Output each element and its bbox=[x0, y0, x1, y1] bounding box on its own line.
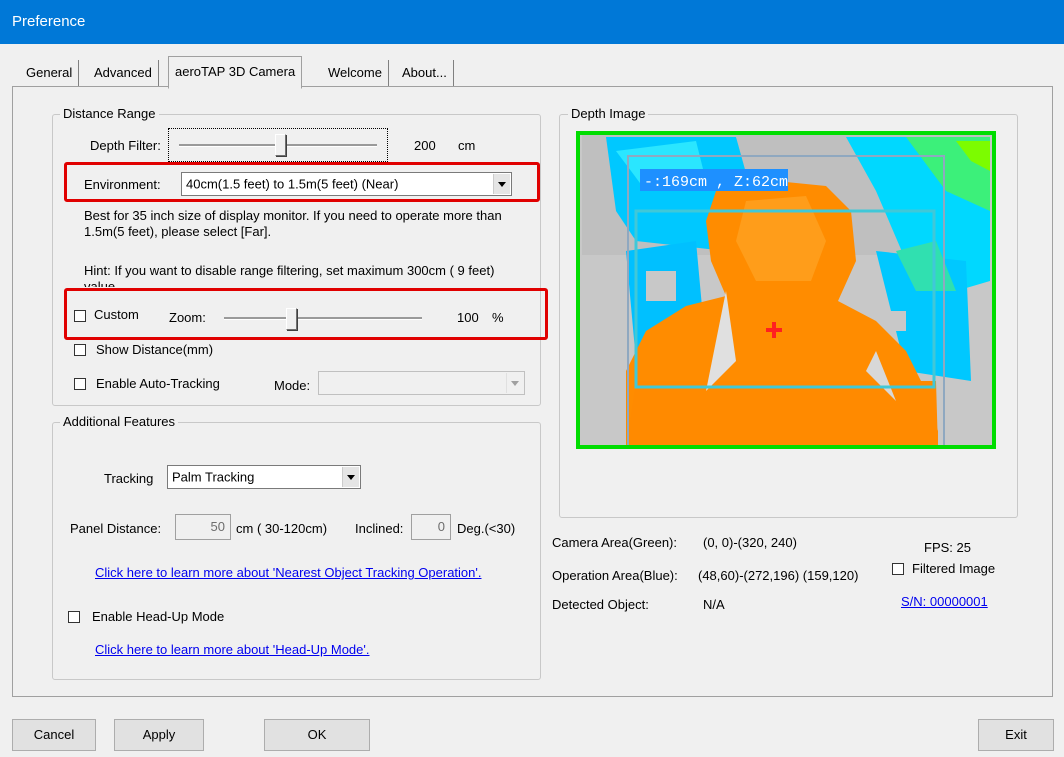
depth-image: -:169cm , Z:62cm bbox=[576, 131, 996, 449]
distance-range-title: Distance Range bbox=[60, 106, 159, 121]
tab-aerotap-3d-camera[interactable]: aeroTAP 3D Camera bbox=[168, 56, 303, 89]
tab-general[interactable]: General bbox=[20, 60, 80, 86]
depth-image-canvas: -:169cm , Z:62cm bbox=[576, 131, 996, 449]
tracking-label: Tracking bbox=[104, 471, 154, 486]
tab-welcome[interactable]: Welcome bbox=[322, 60, 389, 86]
depth-image-title: Depth Image bbox=[568, 106, 649, 121]
depth-overlay-text: -:169cm , Z:62cm bbox=[644, 174, 788, 191]
custom-zoom-highlight bbox=[64, 288, 548, 340]
depth-filter-unit: cm bbox=[458, 138, 476, 153]
filtered-image-label: Filtered Image bbox=[912, 561, 996, 576]
tracking-select[interactable]: Palm Tracking bbox=[167, 465, 361, 489]
additional-features-title: Additional Features bbox=[60, 414, 179, 429]
cancel-button[interactable]: Cancel bbox=[12, 719, 96, 751]
exit-button[interactable]: Exit bbox=[978, 719, 1054, 751]
mode-label: Mode: bbox=[274, 378, 311, 393]
title-bar: Preference bbox=[0, 0, 1064, 44]
camera-area-label: Camera Area(Green): bbox=[552, 535, 677, 550]
head-up-mode-checkbox[interactable] bbox=[68, 611, 80, 623]
panel-distance-unit: cm ( 30-120cm) bbox=[236, 521, 328, 536]
depth-filter-slider[interactable] bbox=[168, 128, 388, 162]
show-distance-label: Show Distance(mm) bbox=[96, 342, 214, 357]
chevron-down-icon[interactable] bbox=[506, 373, 523, 393]
environment-description: Best for 35 inch size of display monitor… bbox=[84, 208, 502, 239]
detected-object-label: Detected Object: bbox=[552, 597, 649, 612]
operation-area-value: (48,60)-(272,196) (159,120) bbox=[698, 568, 859, 583]
panel-distance-label: Panel Distance: bbox=[70, 521, 162, 536]
tab-advanced[interactable]: Advanced bbox=[88, 60, 159, 86]
operation-area-label: Operation Area(Blue): bbox=[552, 568, 678, 583]
environment-highlight bbox=[64, 162, 540, 202]
fps-text: FPS: 25 bbox=[924, 540, 971, 555]
auto-tracking-checkbox[interactable] bbox=[74, 378, 86, 390]
inclined-label: Inclined: bbox=[355, 521, 404, 536]
show-distance-checkbox[interactable] bbox=[74, 344, 86, 356]
depth-filter-slider-thumb[interactable] bbox=[275, 134, 286, 156]
depth-filter-value: 200 bbox=[414, 138, 436, 153]
camera-area-value: (0, 0)-(320, 240) bbox=[703, 535, 797, 550]
serial-number-link[interactable]: S/N: 00000001 bbox=[901, 594, 988, 609]
nearest-object-tracking-link[interactable]: Click here to learn more about 'Nearest … bbox=[95, 565, 481, 580]
auto-tracking-label: Enable Auto-Tracking bbox=[96, 376, 220, 391]
window-title: Preference bbox=[12, 13, 86, 30]
filtered-image-checkbox[interactable] bbox=[892, 563, 904, 575]
tracking-select-value: Palm Tracking bbox=[172, 469, 255, 485]
mode-select[interactable] bbox=[318, 371, 525, 395]
head-up-mode-label: Enable Head-Up Mode bbox=[92, 609, 225, 624]
inclined-input[interactable]: 0 bbox=[411, 514, 451, 540]
tab-about[interactable]: About... bbox=[396, 60, 454, 86]
range-hint-text: Hint: If you want to disable range filte… bbox=[84, 263, 495, 287]
ok-button[interactable]: OK bbox=[264, 719, 370, 751]
chevron-down-icon[interactable] bbox=[342, 467, 359, 487]
detected-object-value: N/A bbox=[703, 597, 725, 612]
apply-button[interactable]: Apply bbox=[114, 719, 204, 751]
panel-distance-input[interactable]: 50 bbox=[175, 514, 231, 540]
head-up-mode-link[interactable]: Click here to learn more about 'Head-Up … bbox=[95, 642, 370, 657]
depth-filter-label: Depth Filter: bbox=[90, 138, 161, 153]
inclined-unit: Deg.(<30) bbox=[457, 521, 516, 536]
